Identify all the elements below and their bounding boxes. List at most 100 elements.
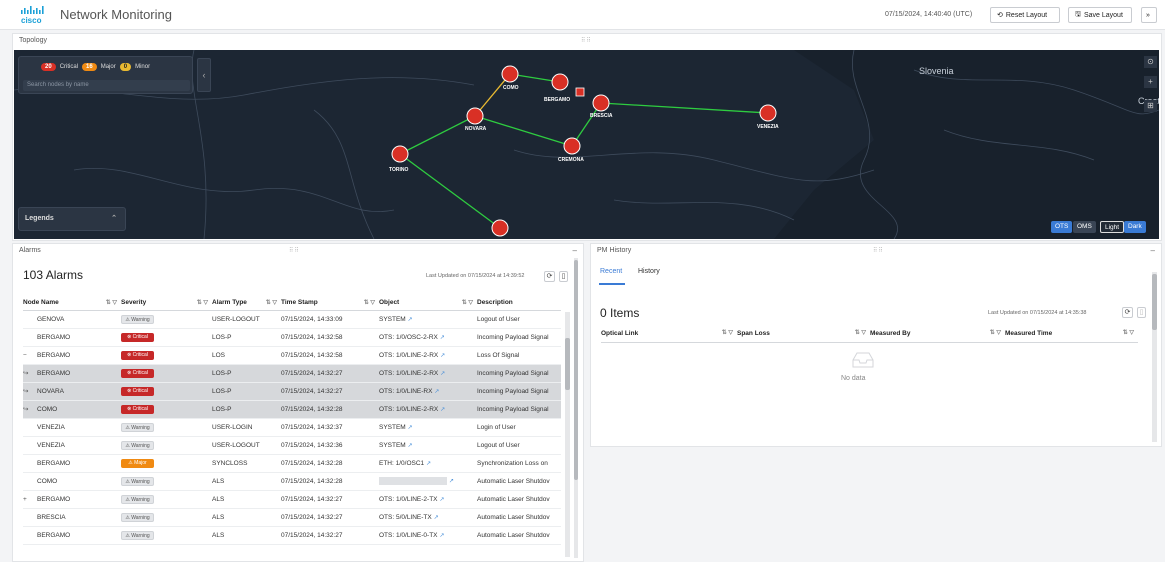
column-header[interactable]: Alarm Type ⇅ ▽ [212,296,281,311]
refresh-icon[interactable]: ⟳ [1122,307,1133,318]
column-header[interactable]: Span Loss ⇅ ▽ [737,326,870,343]
column-header[interactable]: Optical Link ⇅ ▽ [601,326,737,343]
external-link-icon[interactable]: ↗ [426,461,431,467]
timestamp-cell: 07/15/2024, 14:33:09 [281,310,379,329]
sort-filter-icon[interactable]: ⇅ ▽ [1123,329,1134,336]
external-link-icon[interactable]: ↗ [440,353,445,359]
external-link-icon[interactable]: ↗ [408,425,413,431]
drag-handle-icon[interactable]: ⠿⠿ [289,247,300,254]
column-header[interactable]: Measured By ⇅ ▽ [870,326,1005,343]
svg-text:COMO: COMO [503,85,519,91]
sort-filter-icon[interactable]: ⇅ ▽ [990,329,1001,336]
major-count-badge[interactable]: 16 [82,63,97,71]
table-row[interactable]: VENEZIA ⚠ Warning USER-LOGIN 07/15/2024, 14… [23,418,561,437]
table-row[interactable]: BRESCIA ⚠ Warning ALS 07/15/2024, 14:32:27 O… [23,508,561,527]
alarms-scrollbar-thumb[interactable] [565,338,570,390]
row-expander[interactable]: − [23,352,37,359]
recenter-icon[interactable]: ⊙ [1144,56,1157,68]
ots-toggle[interactable]: OTS [1051,221,1073,233]
sort-filter-icon[interactable]: ⇅ ▽ [106,299,117,306]
row-expander[interactable]: ↪ [23,369,37,377]
reset-layout-button[interactable]: ⟲ Reset Layout [990,7,1060,23]
layout-grid-icon[interactable]: ⊞ [1144,100,1157,112]
export-icon[interactable]: ▯ [1137,307,1146,318]
severity-badge: ⊗ Critical [121,350,154,360]
description-cell: Incoming Payload Signal [477,400,561,419]
table-row[interactable]: ↪ COMO ⊗ Critical LOS-P 07/15/2024, 14:32:28… [23,400,561,419]
row-expander[interactable]: ↪ [23,405,37,413]
node-name-cell: VENEZIA [23,436,121,455]
object-cell: OTS: 1/0/LINE-2-RX ↗ [379,346,477,365]
external-link-icon[interactable]: ↗ [434,389,439,395]
external-link-icon[interactable]: ↗ [440,335,445,341]
table-row[interactable]: VENEZIA ⚠ Warning USER-LOGOUT 07/15/2024, 1… [23,436,561,455]
sort-filter-icon[interactable]: ⇅ ▽ [364,299,375,306]
external-link-icon[interactable]: ↗ [408,443,413,449]
severity-cell: ⚠ Warning [121,418,212,437]
sort-filter-icon[interactable]: ⇅ ▽ [462,299,473,306]
external-link-icon[interactable]: ↗ [439,497,444,503]
sort-filter-icon[interactable]: ⇅ ▽ [197,299,208,306]
node-search-input[interactable]: Search nodes by name [23,80,190,91]
external-link-icon[interactable]: ↗ [434,515,439,521]
refresh-icon[interactable]: ⟳ [544,271,555,282]
table-row[interactable]: BERGAMO ⚠ Major SYNCLOSS 07/15/2024, 14:32:… [23,454,561,473]
minimize-icon[interactable]: – [573,246,577,255]
dark-theme-toggle[interactable]: Dark [1124,221,1146,233]
object-text: OTS: 1/0/LINE-2-RX [379,351,439,359]
table-row[interactable]: BERGAMO ⊗ Critical LOS-P 07/15/2024, 14:32:… [23,328,561,347]
minor-count-badge[interactable]: 0 [119,63,132,71]
map-nodes[interactable] [391,65,777,237]
column-header[interactable]: Node Name ⇅ ▽ [23,296,121,311]
save-layout-button[interactable]: 🖫 Save Layout [1068,7,1132,23]
external-link-icon[interactable]: ↗ [449,479,454,485]
light-theme-toggle[interactable]: Light [1100,221,1125,233]
sort-filter-icon[interactable]: ⇅ ▽ [722,329,733,336]
tab-history[interactable]: History [638,268,660,275]
row-expander[interactable]: + [23,496,37,503]
table-row[interactable]: BERGAMO ⚠ Warning ALS 07/15/2024, 14:32:27 O… [23,526,561,545]
pm-scrollbar-thumb[interactable] [1152,274,1157,330]
panel-scrollbar-thumb[interactable] [574,260,578,480]
zoom-in-icon[interactable]: + [1144,76,1157,88]
expand-button[interactable]: » [1141,7,1157,23]
table-row[interactable]: COMO ⚠ Warning ALS 07/15/2024, 14:32:28 ↗ Au… [23,472,561,491]
legends-toggle[interactable]: Legends ⌃ [18,207,126,231]
node-name-cell: GENOVA [23,310,121,329]
export-icon[interactable]: ▯ [559,271,568,282]
external-link-icon[interactable]: ↗ [408,317,413,323]
external-link-icon[interactable]: ↗ [440,407,445,413]
external-link-icon[interactable]: ↗ [439,533,444,539]
row-expander[interactable]: ↪ [23,387,37,395]
collapse-panel-button[interactable]: ‹ [197,58,211,92]
description-cell: Incoming Payload Signal [477,364,561,383]
severity-cell: ⊗ Critical [121,382,212,401]
table-row[interactable]: − BERGAMO ⊗ Critical LOS 07/15/2024, 14:32:5… [23,346,561,365]
sort-filter-icon[interactable]: ⇅ ▽ [855,329,866,336]
oms-toggle[interactable]: OMS [1073,221,1096,233]
minimize-icon[interactable]: – [1151,246,1155,255]
pm-history-table: Optical Link ⇅ ▽ Span Loss ⇅ ▽ Measured By… [601,326,1138,343]
table-row[interactable]: + BERGAMO ⚠ Warning ALS 07/15/2024, 14:32:27… [23,490,561,509]
drag-handle-icon[interactable]: ⠿⠿ [581,37,592,44]
external-link-icon[interactable]: ↗ [440,371,445,377]
description-cell: Login of User [477,418,561,437]
object-text: SYSTEM [379,315,406,323]
drag-handle-icon[interactable]: ⠿⠿ [873,247,884,254]
description-cell: Automatic Laser Shutdov [477,472,561,491]
timestamp-cell: 07/15/2024, 14:32:28 [281,454,379,473]
tab-recent[interactable]: Recent [600,268,622,275]
severity-cell: ⊗ Critical [121,400,212,419]
timestamp-cell: 07/15/2024, 14:32:27 [281,364,379,383]
column-header[interactable]: Object ⇅ ▽ [379,296,477,311]
critical-count-badge[interactable]: 20 [41,63,56,71]
column-header[interactable]: Description [477,296,561,311]
column-header[interactable]: Severity ⇅ ▽ [121,296,212,311]
column-header[interactable]: Measured Time ⇅ ▽ [1005,326,1138,343]
timestamp-cell: 07/15/2024, 14:32:27 [281,508,379,527]
table-row[interactable]: ↪ NOVARA ⊗ Critical LOS-P 07/15/2024, 14:32:… [23,382,561,401]
table-row[interactable]: GENOVA ⚠ Warning USER-LOGOUT 07/15/2024, 14… [23,310,561,329]
sort-filter-icon[interactable]: ⇅ ▽ [266,299,277,306]
table-row[interactable]: ↪ BERGAMO ⊗ Critical LOS-P 07/15/2024, 14:32… [23,364,561,383]
column-header[interactable]: Time Stamp ⇅ ▽ [281,296,379,311]
